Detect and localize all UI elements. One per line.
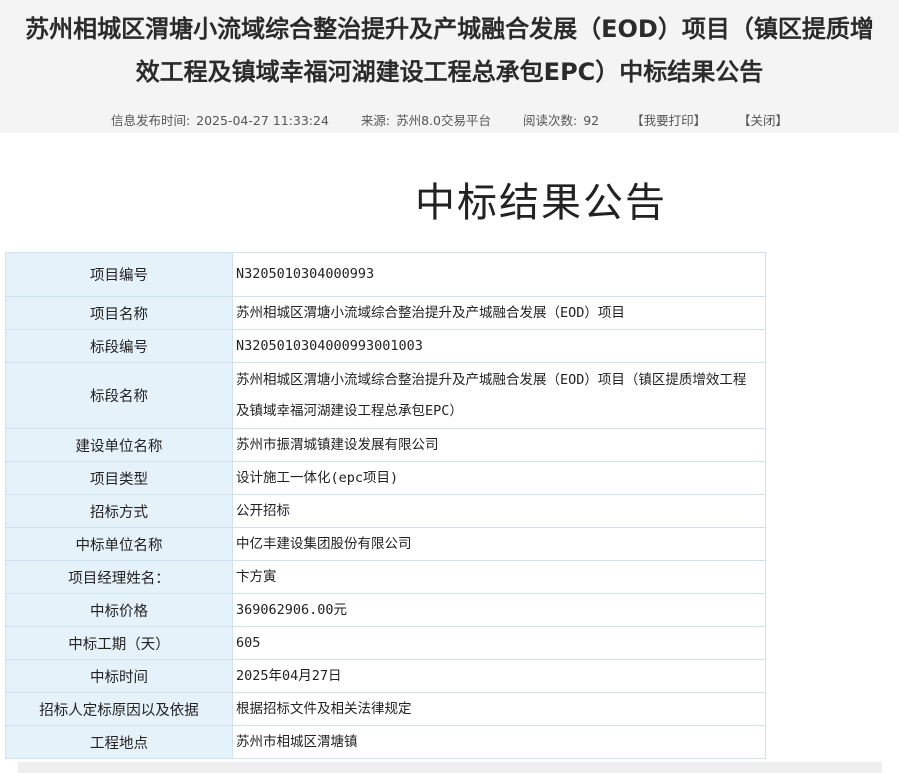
table-row: 标段编号 N3205010304000993001003 (5, 329, 766, 363)
table-row: 项目经理姓名： 卞方寅 (5, 560, 766, 594)
row-value: 卞方寅 (232, 560, 766, 594)
table-row: 项目名称 苏州相城区渭塘小流域综合整治提升及产城融合发展（EOD）项目 (5, 296, 766, 330)
table-row: 项目编号 N3205010304000993 (5, 252, 766, 297)
row-label: 中标时间 (5, 659, 233, 693)
row-label: 标段名称 (5, 362, 233, 429)
row-label: 工程地点 (5, 725, 233, 759)
row-label: 招标方式 (5, 494, 233, 528)
row-label: 标段编号 (5, 329, 233, 363)
row-value: 设计施工一体化(epc项目) (232, 461, 766, 495)
row-value: 369062906.00元 (232, 593, 766, 627)
row-value: N3205010304000993 (232, 252, 766, 297)
row-label: 项目编号 (5, 252, 233, 297)
table-row: 工程地点 苏州市相城区渭塘镇 (5, 725, 766, 759)
table-row: 项目类型 设计施工一体化(epc项目) (5, 461, 766, 495)
row-label: 中标工期（天） (5, 626, 233, 660)
row-value: 2025年04月27日 (232, 659, 766, 693)
row-value: 605 (232, 626, 766, 660)
views-label: 阅读次数: (522, 113, 578, 128)
table-row: 招标方式 公开招标 (5, 494, 766, 528)
print-link[interactable]: 【我要打印】 (631, 113, 706, 128)
publish-time: 2025-04-27 11:33:24 (196, 113, 329, 128)
row-label: 中标价格 (5, 593, 233, 627)
table-row: 中标工期（天） 605 (5, 626, 766, 660)
row-label: 项目经理姓名： (5, 560, 233, 594)
row-label: 招标人定标原因以及依据 (5, 692, 233, 726)
notice-meta: 信息发布时间: 2025-04-27 11:33:24 来源: 苏州8.0交易平台 … (0, 110, 899, 129)
view-count: 92 (583, 113, 600, 128)
row-label: 项目名称 (5, 296, 233, 330)
row-value: 公开招标 (232, 494, 766, 528)
notice-header: 苏州相城区渭塘小流域综合整治提升及产城融合发展（EOD）项目（镇区提质增 效工程… (0, 0, 899, 133)
publish-time-label: 信息发布时间: (110, 113, 191, 128)
bottom-divider (18, 762, 882, 773)
notice-title: 苏州相城区渭塘小流域综合整治提升及产城融合发展（EOD）项目（镇区提质增 效工程… (0, 8, 899, 94)
row-label: 建设单位名称 (5, 428, 233, 462)
result-table: 项目编号 N3205010304000993 项目名称 苏州相城区渭塘小流域综合… (5, 252, 766, 759)
notice-title-line-2: 效工程及镇域幸福河湖建设工程总承包EPC）中标结果公告 (135, 58, 764, 86)
row-value: 苏州相城区渭塘小流域综合整治提升及产城融合发展（EOD）项目（镇区提质增效工程及… (232, 362, 766, 429)
row-label: 项目类型 (5, 461, 233, 495)
source: 苏州8.0交易平台 (396, 113, 491, 128)
document-heading: 中标结果公告 (415, 180, 667, 226)
row-value: 苏州市振渭城镇建设发展有限公司 (232, 428, 766, 462)
row-value: N3205010304000993001003 (232, 329, 766, 363)
source-label: 来源: (360, 113, 391, 128)
table-row: 中标时间 2025年04月27日 (5, 659, 766, 693)
table-row: 建设单位名称 苏州市振渭城镇建设发展有限公司 (5, 428, 766, 462)
close-link[interactable]: 【关闭】 (738, 113, 788, 128)
row-value: 苏州相城区渭塘小流域综合整治提升及产城融合发展（EOD）项目 (232, 296, 766, 330)
table-row: 标段名称 苏州相城区渭塘小流域综合整治提升及产城融合发展（EOD）项目（镇区提质… (5, 362, 766, 429)
row-label: 中标单位名称 (5, 527, 233, 561)
table-row: 招标人定标原因以及依据 根据招标文件及相关法律规定 (5, 692, 766, 726)
table-row: 中标价格 369062906.00元 (5, 593, 766, 627)
row-value: 苏州市相城区渭塘镇 (232, 725, 766, 759)
table-row: 中标单位名称 中亿丰建设集团股份有限公司 (5, 527, 766, 561)
row-value: 根据招标文件及相关法律规定 (232, 692, 766, 726)
row-value: 中亿丰建设集团股份有限公司 (232, 527, 766, 561)
notice-title-line-1: 苏州相城区渭塘小流域综合整治提升及产城融合发展（EOD）项目（镇区提质增 (25, 15, 874, 43)
